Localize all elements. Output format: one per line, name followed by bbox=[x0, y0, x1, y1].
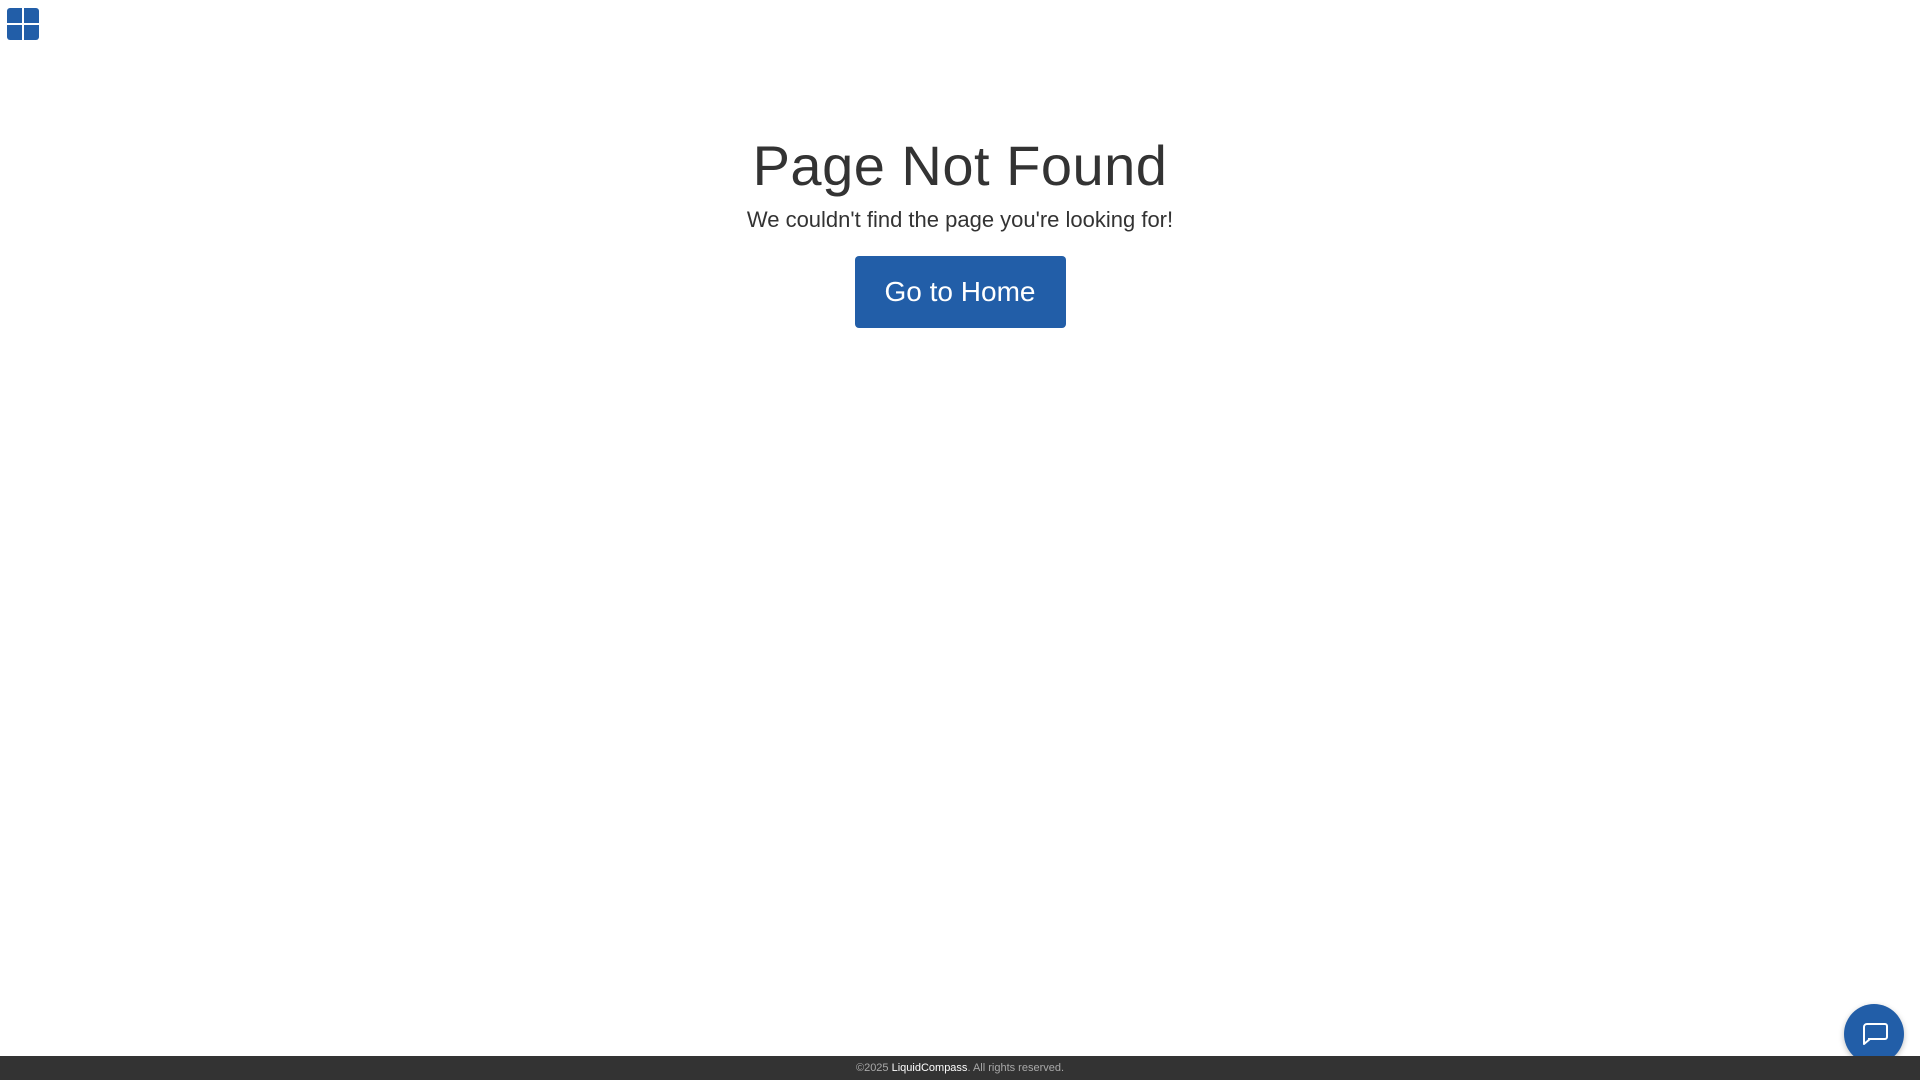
chat-button[interactable] bbox=[1844, 1004, 1904, 1064]
logo-icon[interactable] bbox=[7, 8, 39, 40]
footer-copyright: ©2025 bbox=[855, 1062, 889, 1074]
footer: ©2025 LiquidCompass. All rights reserved… bbox=[0, 1056, 1920, 1080]
not-found-content: Page Not Found We couldn't find the page… bbox=[0, 128, 1920, 328]
page: Page Not Found We couldn't find the page… bbox=[0, 0, 1920, 1080]
page-title: Page Not Found bbox=[752, 134, 1168, 197]
footer-brand-link[interactable]: LiquidCompass bbox=[892, 1062, 968, 1074]
go-to-home-button[interactable]: Go to Home bbox=[854, 256, 1066, 328]
chat-bubble-icon bbox=[1863, 1023, 1888, 1045]
footer-rights: . All rights reserved. bbox=[967, 1062, 1065, 1074]
page-subtitle: We couldn't find the page you're looking… bbox=[746, 207, 1174, 232]
